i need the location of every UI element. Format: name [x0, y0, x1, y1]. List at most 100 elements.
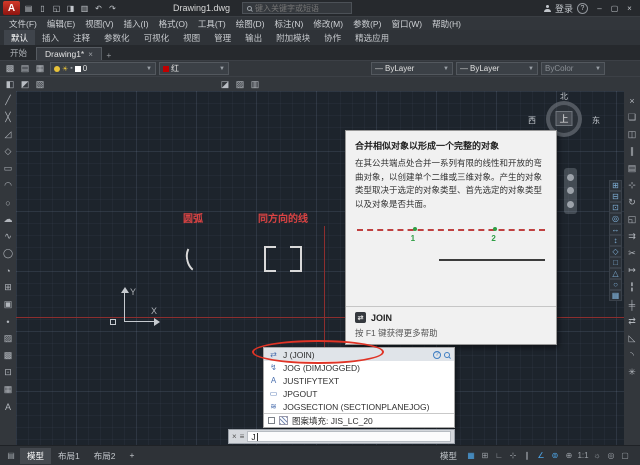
ortho-toggle[interactable]: ∥	[520, 449, 534, 463]
palette-grid-icon[interactable]: ▦	[609, 290, 622, 301]
close-icon[interactable]: ×	[232, 432, 237, 441]
workspace-switch-icon[interactable]: ☼	[590, 449, 604, 463]
help-circle-icon[interactable]: ?	[433, 351, 441, 359]
workspace-icon[interactable]: ▩	[3, 62, 17, 75]
menu-format[interactable]: 格式(O)	[154, 18, 193, 30]
command-line[interactable]: × ≡ J	[228, 429, 455, 444]
autocomplete-item-jpgout[interactable]: ▭ JPGOUT ?	[264, 387, 454, 400]
menu-insert[interactable]: 插入(I)	[119, 18, 154, 30]
hatch-tool[interactable]: ▨	[2, 332, 15, 345]
menu-parametric[interactable]: 参数(P)	[348, 18, 386, 30]
layout2-tab[interactable]: 布局2	[87, 448, 123, 464]
trim-tool[interactable]: ✂	[626, 247, 639, 260]
menu-modify[interactable]: 修改(M)	[308, 18, 348, 30]
drawing-canvas[interactable]: 圆弧 同方向的线 Y X 北 上 西 东	[16, 91, 624, 445]
isolate-objects-icon[interactable]: ◎	[604, 449, 618, 463]
viewcube-east-label[interactable]: 东	[592, 115, 600, 126]
new-layout-tab[interactable]: +	[122, 448, 141, 464]
menu-file[interactable]: 文件(F)	[4, 18, 42, 30]
revision-cloud-tool[interactable]: ☁	[2, 213, 15, 226]
search-command-icon[interactable]	[444, 352, 450, 358]
offset-tool[interactable]: ∥	[626, 145, 639, 158]
viewcube-west-label[interactable]: 西	[528, 115, 536, 126]
visual-style-icon[interactable]: ▨	[233, 78, 247, 91]
mtext-tool[interactable]: A	[2, 400, 15, 413]
clean-screen-icon[interactable]: ▢	[618, 449, 632, 463]
autocomplete-item-join[interactable]: ⇄ J (JOIN) ?	[264, 348, 454, 361]
palette-square-icon[interactable]: □	[609, 257, 622, 268]
arc-tool[interactable]: ◠	[2, 179, 15, 192]
checkbox-icon[interactable]	[268, 417, 275, 424]
lineweight-combo[interactable]: — ByLayer ▼	[456, 62, 538, 75]
construction-line-tool[interactable]: ╳	[2, 111, 15, 124]
explode-tool[interactable]: ✳	[626, 366, 639, 379]
drawing-tab[interactable]: Drawing1* ×	[36, 47, 102, 60]
dynamic-input-toggle[interactable]: ⊹	[506, 449, 520, 463]
zoom-icon[interactable]	[567, 201, 574, 208]
menu-help[interactable]: 帮助(H)	[427, 18, 466, 30]
autocomplete-item-justifytext[interactable]: A JUSTIFYTEXT ?	[264, 374, 454, 387]
search-input[interactable]	[255, 4, 343, 13]
insert-block-tool[interactable]: ⊞	[2, 281, 15, 294]
maximize-button[interactable]: ▢	[607, 2, 622, 15]
erase-tool[interactable]: ×	[626, 94, 639, 107]
otrack-toggle[interactable]: ⊕	[562, 449, 576, 463]
extend-tool[interactable]: ↦	[626, 264, 639, 277]
app-logo[interactable]: A	[3, 1, 20, 15]
layer-combo[interactable]: ☀ ▪ 0 ▼	[50, 62, 156, 75]
chamfer-tool[interactable]: ◺	[626, 332, 639, 345]
infer-constraints-toggle[interactable]: ∟	[492, 449, 506, 463]
minimize-button[interactable]: –	[592, 2, 607, 15]
signin-button[interactable]: 登录	[555, 2, 573, 15]
ribbon-tab-addins[interactable]: 附加模块	[269, 30, 317, 45]
polyline-tool[interactable]: ◿	[2, 128, 15, 141]
grid-toggle[interactable]: ▦	[464, 449, 478, 463]
palette-zoom-out-icon[interactable]: ⊟	[609, 191, 622, 202]
ribbon-tab-view[interactable]: 视图	[176, 30, 207, 45]
undo-icon[interactable]: ↶	[92, 2, 105, 15]
palette-snap-icon[interactable]: ⊞	[609, 180, 622, 191]
ribbon-tab-output[interactable]: 输出	[238, 30, 269, 45]
start-tab[interactable]: 开始	[2, 46, 35, 60]
pan-icon[interactable]	[567, 187, 574, 194]
line-tool[interactable]: ╱	[2, 94, 15, 107]
layout1-tab[interactable]: 布局1	[51, 448, 87, 464]
ribbon-tab-parametric[interactable]: 参数化	[97, 30, 137, 45]
break-point-tool[interactable]: ╏	[626, 281, 639, 294]
autocomplete-item-dimjogged[interactable]: ↯ JOG (DIMJOGGED) ?	[264, 361, 454, 374]
palette-diamond-icon[interactable]: ◇	[609, 246, 622, 257]
stretch-tool[interactable]: ⇉	[626, 230, 639, 243]
plot-icon[interactable]: ▥	[78, 2, 91, 15]
osnap-toggle[interactable]: ⊚	[548, 449, 562, 463]
new-drawing-tab-button[interactable]: +	[103, 50, 115, 60]
palette-region-icon[interactable]: ⊡	[609, 202, 622, 213]
menu-dimension[interactable]: 标注(N)	[270, 18, 309, 30]
arc-object[interactable]	[183, 241, 211, 275]
menu-draw[interactable]: 绘图(D)	[231, 18, 270, 30]
palette-pan-h-icon[interactable]: ↔	[609, 224, 622, 235]
layer-properties-icon[interactable]: ▤	[18, 62, 32, 75]
model-space-button[interactable]: 模型	[435, 450, 462, 462]
mirror-tool[interactable]: ◫	[626, 128, 639, 141]
circle-tool[interactable]: ○	[2, 196, 15, 209]
rotate-tool[interactable]: ↻	[626, 196, 639, 209]
command-input[interactable]: J	[247, 431, 451, 442]
ribbon-tab-insert[interactable]: 插入	[35, 30, 66, 45]
close-button[interactable]: ×	[622, 2, 637, 15]
ribbon-tab-manage[interactable]: 管理	[207, 30, 238, 45]
menu-tools[interactable]: 工具(T)	[193, 18, 231, 30]
paste-icon[interactable]: ▧	[33, 78, 47, 91]
palette-orbit-icon[interactable]: ◎	[609, 213, 622, 224]
break-tool[interactable]: ╪	[626, 298, 639, 311]
model-tab[interactable]: 模型	[20, 448, 51, 464]
region-tool[interactable]: ⊡	[2, 366, 15, 379]
snap-toggle[interactable]: ⊞	[478, 449, 492, 463]
layout-browse-icon[interactable]: ▤	[4, 449, 18, 463]
customize-icon[interactable]: ≡	[240, 432, 245, 441]
gradient-tool[interactable]: ▩	[2, 349, 15, 362]
open-file-icon[interactable]: ◱	[50, 2, 63, 15]
view-top-icon[interactable]: ◪	[218, 78, 232, 91]
menu-view[interactable]: 视图(V)	[80, 18, 118, 30]
hatch-suggestion-row[interactable]: 图案填充: JIS_LC_20	[264, 413, 454, 427]
plotstyle-combo[interactable]: ByColor ▼	[541, 62, 605, 75]
